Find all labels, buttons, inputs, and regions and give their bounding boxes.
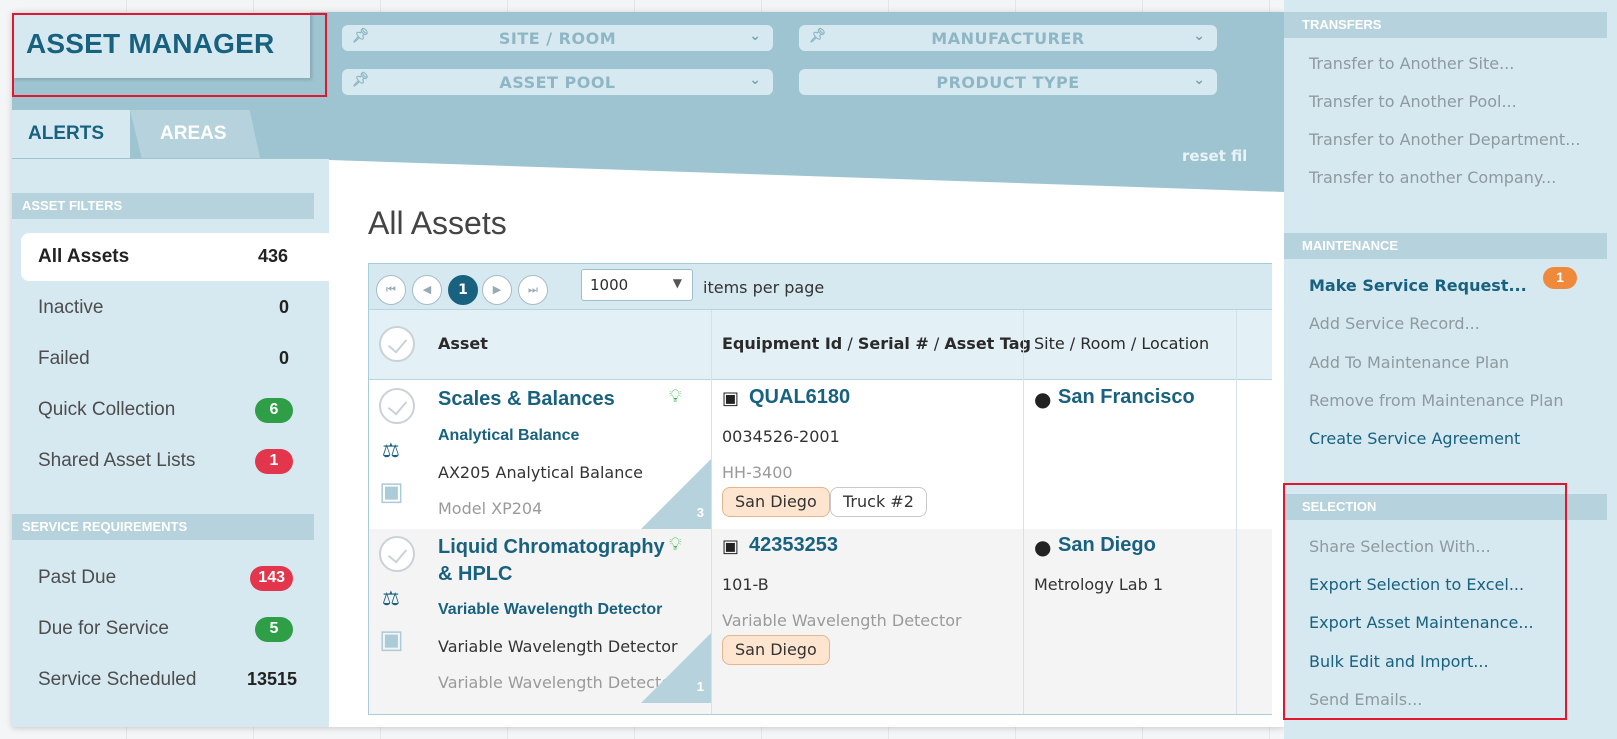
prev-page-button[interactable]: ◀︎	[412, 275, 442, 305]
row-checkbox[interactable]	[379, 536, 415, 572]
collection-count-corner: 3	[641, 459, 711, 529]
row-checkbox[interactable]	[379, 388, 415, 424]
chevron-down-icon: ⌄	[1193, 28, 1205, 44]
remove-from-plan-item[interactable]: Remove from Maintenance Plan	[1309, 391, 1564, 410]
lightbulb-icon[interactable]: 💡︎	[669, 386, 682, 407]
asset-name-link[interactable]: Liquid Chromatography & HPLC	[438, 534, 668, 588]
header-wedge	[329, 152, 1284, 192]
cubes-icon: ▣	[379, 625, 404, 655]
box-icon: ▣	[722, 536, 740, 557]
map-pin-icon: ●	[1034, 535, 1052, 559]
serial-number: 0034526-2001	[722, 427, 840, 446]
scale-icon: ⚖	[382, 586, 400, 610]
box-icon: ▣	[722, 388, 740, 409]
location-tag[interactable]: San Diego	[722, 487, 830, 517]
make-service-request-item[interactable]: Make Service Request...	[1309, 276, 1527, 295]
room-name: Metrology Lab 1	[1034, 575, 1164, 594]
page-title: All Assets	[368, 205, 507, 241]
filter-inactive[interactable]: Inactive 0	[21, 284, 317, 332]
asset-tag: Variable Wavelength Detector	[722, 611, 962, 630]
annotation-box-title	[12, 13, 327, 97]
serial-number: 101-B	[722, 575, 769, 594]
filter-past-due[interactable]: Past Due 143	[21, 554, 317, 602]
count-badge: 1	[255, 449, 293, 474]
chevron-down-icon: ⌄	[749, 28, 761, 44]
column-divider	[1023, 310, 1024, 714]
asset-tag: HH-3400	[722, 463, 793, 482]
select-all-checkbox[interactable]	[379, 326, 415, 362]
filter-due-for-service[interactable]: Due for Service 5	[21, 605, 317, 653]
pager: ⏮︎ ◀︎ 1 ▶︎ ⏭︎ 1000 ▼ items per page	[369, 264, 1272, 310]
filter-quick-collection[interactable]: Quick Collection 6	[21, 386, 317, 434]
asset-name-link[interactable]: Scales & Balances	[438, 386, 615, 413]
sidebar: ASSET FILTERS All Assets 436 Inactive 0 …	[12, 159, 329, 727]
scale-icon: ⚖	[382, 438, 400, 462]
filter-shared-asset-lists[interactable]: Shared Asset Lists 1	[21, 437, 317, 485]
asset-type: Analytical Balance	[438, 427, 580, 444]
transfer-pool-item[interactable]: Transfer to Another Pool...	[1309, 92, 1517, 111]
chevron-down-icon: ⌄	[749, 72, 761, 88]
tab-alerts[interactable]: ALERTS	[12, 110, 130, 158]
site-link[interactable]: San Francisco	[1058, 386, 1195, 409]
location-tag[interactable]: Truck #2	[830, 487, 927, 517]
page-number-button[interactable]: 1	[448, 275, 478, 305]
transfer-department-item[interactable]: Transfer to Another Department...	[1309, 130, 1580, 149]
next-page-button[interactable]: ▶︎	[482, 275, 512, 305]
table-row[interactable]: ⚖ ▣ Scales & Balances 💡︎ Analytical Bala…	[369, 381, 1272, 529]
column-asset[interactable]: Asset	[438, 334, 488, 353]
asset-model: Variable Wavelength Detector	[438, 673, 678, 692]
reset-filters-link[interactable]: reset fil	[1182, 147, 1247, 165]
maintenance-heading: MAINTENANCE	[1284, 233, 1607, 259]
asset-model: Model XP204	[438, 499, 543, 518]
count-badge: 6	[255, 398, 293, 423]
filter-asset-pool[interactable]: 📌︎ ASSET POOL ⌄	[342, 69, 773, 95]
equipment-id-link[interactable]: QUAL6180	[749, 386, 850, 409]
asset-filters-heading: ASSET FILTERS	[12, 193, 314, 219]
asset-description: Variable Wavelength Detector	[438, 637, 678, 656]
count-badge: 5	[255, 617, 293, 642]
service-requirements-heading: SERVICE REQUIREMENTS	[12, 514, 314, 540]
transfer-company-item[interactable]: Transfer to another Company...	[1309, 168, 1556, 187]
add-service-record-item[interactable]: Add Service Record...	[1309, 314, 1480, 333]
service-request-badge: 1	[1543, 267, 1577, 289]
location-tag[interactable]: San Diego	[722, 635, 830, 665]
filter-failed[interactable]: Failed 0	[21, 335, 317, 383]
table-row[interactable]: ⚖ ▣ Liquid Chromatography & HPLC 💡︎ Vari…	[369, 529, 1272, 714]
column-divider	[1236, 310, 1237, 714]
filter-manufacturer[interactable]: 📌︎ MANUFACTURER ⌄	[799, 25, 1217, 51]
filter-product-type[interactable]: PRODUCT TYPE ⌄	[799, 69, 1217, 95]
asset-description: AX205 Analytical Balance	[438, 463, 643, 482]
asset-grid: ⏮︎ ◀︎ 1 ▶︎ ⏭︎ 1000 ▼ items per page Asse…	[368, 263, 1272, 715]
transfer-site-item[interactable]: Transfer to Another Site...	[1309, 54, 1514, 73]
create-service-agreement-item[interactable]: Create Service Agreement	[1309, 429, 1520, 448]
count-badge: 143	[250, 566, 293, 591]
column-divider	[711, 310, 712, 714]
add-to-plan-item[interactable]: Add To Maintenance Plan	[1309, 353, 1509, 372]
annotation-box-selection	[1283, 483, 1567, 720]
equipment-id-link[interactable]: 42353253	[749, 534, 838, 557]
site-link[interactable]: San Diego	[1058, 534, 1156, 557]
map-pin-icon: ●	[1034, 387, 1052, 411]
items-per-page-label: items per page	[703, 278, 825, 297]
first-page-button[interactable]: ⏮︎	[376, 275, 406, 305]
tab-areas[interactable]: AREAS	[130, 110, 260, 158]
column-equipment[interactable]: Equipment Id / Serial # / Asset Tag	[722, 334, 1031, 353]
caret-down-icon: ▼	[672, 276, 682, 290]
lightbulb-icon[interactable]: 💡︎	[669, 534, 682, 555]
filter-service-scheduled[interactable]: Service Scheduled 13515	[21, 656, 317, 704]
filter-site-room[interactable]: 📌︎ SITE / ROOM ⌄	[342, 25, 773, 51]
asset-type: Variable Wavelength Detector	[438, 601, 663, 618]
transfers-heading: TRANSFERS	[1284, 12, 1607, 38]
column-site[interactable]: Site / Room / Location	[1034, 334, 1209, 353]
last-page-button[interactable]: ⏭︎	[518, 275, 548, 305]
chevron-down-icon: ⌄	[1193, 72, 1205, 88]
table-header: Asset Equipment Id / Serial # / Asset Ta…	[369, 310, 1272, 380]
page-size-select[interactable]: 1000 ▼	[581, 269, 693, 301]
cubes-icon: ▣	[379, 477, 404, 507]
filter-all-assets[interactable]: All Assets 436	[21, 233, 329, 281]
